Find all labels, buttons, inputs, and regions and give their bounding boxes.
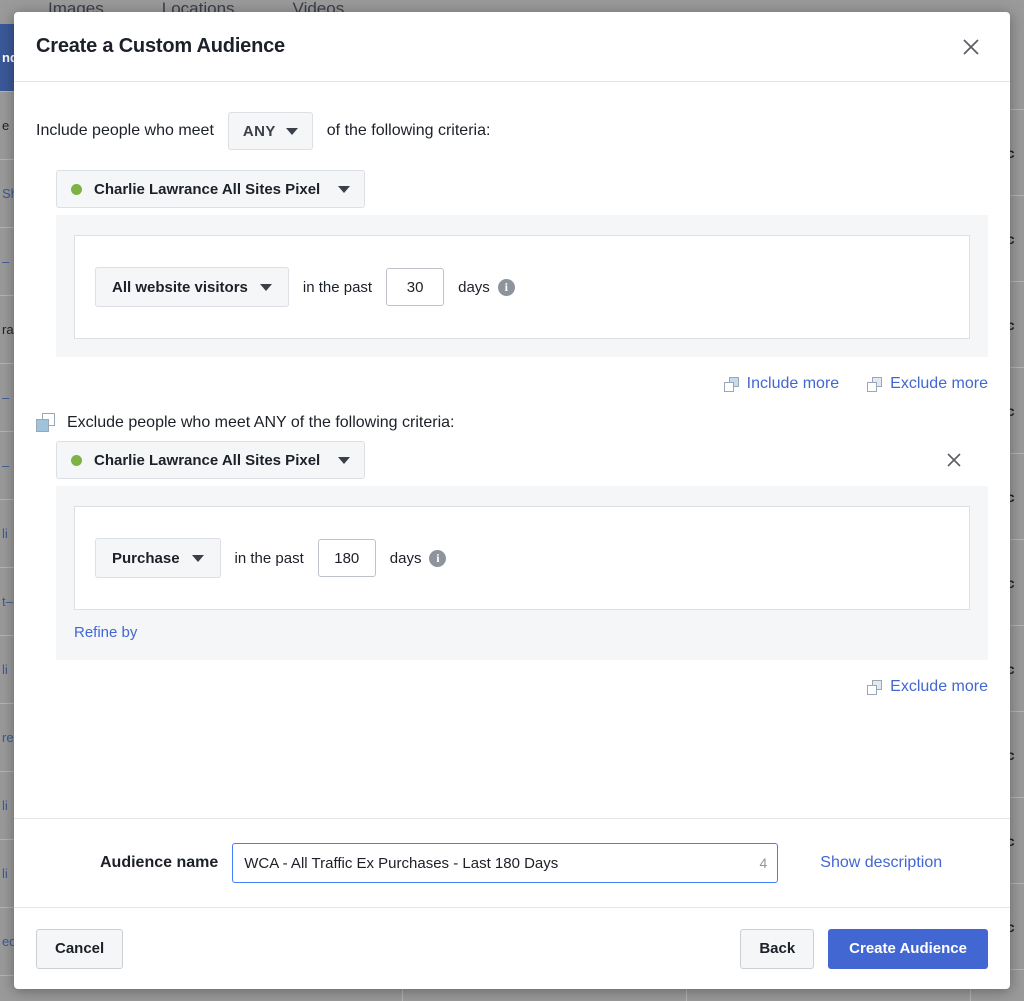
- create-custom-audience-dialog: Create a Custom Audience Include people …: [14, 12, 1010, 989]
- exclude-heading-label: Exclude people who meet ANY of the follo…: [67, 413, 455, 431]
- exclude-more-links-row: Exclude more: [36, 678, 988, 696]
- audience-name-section: Audience name 4 Show description: [14, 818, 1010, 907]
- cancel-button[interactable]: Cancel: [36, 928, 124, 969]
- include-in-the-past-label: in the past: [302, 278, 373, 296]
- include-criteria-panel: All website visitors in the past days i: [56, 215, 988, 357]
- chevron-down-icon: [191, 554, 204, 562]
- exclude-rule-card: Purchase in the past days i: [74, 506, 970, 610]
- exclude-pixel-source-dropdown[interactable]: Charlie Lawrance All Sites Pixel: [56, 441, 366, 479]
- exclude-pixel-source-label: Charlie Lawrance All Sites Pixel: [94, 451, 321, 469]
- exclude-days-label: days: [389, 549, 422, 567]
- exclude-more-label: Exclude more: [890, 375, 988, 392]
- chevron-down-icon: [338, 456, 351, 464]
- exclude-criteria-panel: Purchase in the past days i Refine by: [56, 486, 988, 660]
- exclude-criteria-heading: Exclude people who meet ANY of the follo…: [36, 413, 988, 432]
- include-pixel-source-label: Charlie Lawrance All Sites Pixel: [94, 180, 321, 198]
- exclude-in-the-past-label: in the past: [234, 549, 304, 567]
- pixel-status-dot-icon: [71, 183, 82, 195]
- audience-name-input-wrapper: 4: [232, 843, 779, 883]
- include-suffix-label: of the following criteria:: [326, 122, 491, 139]
- match-type-dropdown[interactable]: ANY: [227, 112, 313, 150]
- audience-name-label: Audience name: [100, 854, 219, 871]
- dialog-footer: Cancel Back Create Audience: [14, 907, 1010, 989]
- refine-by-button[interactable]: Refine by: [74, 624, 137, 641]
- exclude-source-row: Charlie Lawrance All Sites Pixel: [36, 441, 988, 479]
- remove-exclude-group-icon[interactable]: [938, 444, 970, 476]
- dialog-title: Create a Custom Audience: [36, 35, 285, 57]
- exclude-section-icon: [36, 413, 55, 432]
- close-icon[interactable]: [954, 30, 988, 64]
- chevron-down-icon: [338, 185, 351, 193]
- audience-name-input[interactable]: [232, 843, 779, 883]
- include-more-label: Include more: [746, 375, 840, 392]
- chevron-down-icon: [259, 283, 272, 291]
- exclude-more-button-bottom[interactable]: Exclude more: [867, 678, 988, 696]
- exclude-more-icon: [867, 679, 883, 695]
- info-icon[interactable]: i: [497, 278, 515, 296]
- create-audience-button[interactable]: Create Audience: [828, 928, 988, 969]
- exclude-more-label: Exclude more: [890, 678, 988, 695]
- pixel-status-dot-icon: [71, 454, 82, 466]
- back-button[interactable]: Back: [740, 928, 815, 969]
- exclude-more-icon: [867, 376, 883, 392]
- include-exclude-links-row: Include more Exclude more: [36, 375, 988, 393]
- match-type-value: ANY: [242, 122, 276, 140]
- include-days-input[interactable]: [386, 268, 445, 306]
- include-pixel-source-dropdown[interactable]: Charlie Lawrance All Sites Pixel: [56, 170, 366, 208]
- include-more-button[interactable]: Include more: [723, 375, 840, 393]
- include-criteria-line: Include people who meet ANY of the follo…: [36, 112, 988, 150]
- include-rule-card: All website visitors in the past days i: [74, 235, 970, 339]
- dialog-body: Include people who meet ANY of the follo…: [14, 82, 1010, 818]
- include-days-label: days: [458, 278, 490, 296]
- include-prefix-label: Include people who meet: [36, 122, 214, 139]
- exclude-more-button-top[interactable]: Exclude more: [867, 375, 988, 393]
- chevron-down-icon: [285, 127, 298, 135]
- exclude-event-dropdown[interactable]: Purchase: [95, 538, 221, 578]
- dialog-header: Create a Custom Audience: [14, 12, 1010, 82]
- include-more-icon: [723, 376, 739, 392]
- info-icon[interactable]: i: [429, 549, 447, 567]
- exclude-days-input[interactable]: [317, 539, 376, 577]
- show-description-button[interactable]: Show description: [820, 854, 942, 872]
- include-event-label: All website visitors: [112, 278, 248, 296]
- include-event-dropdown[interactable]: All website visitors: [95, 267, 289, 307]
- exclude-event-label: Purchase: [112, 549, 180, 567]
